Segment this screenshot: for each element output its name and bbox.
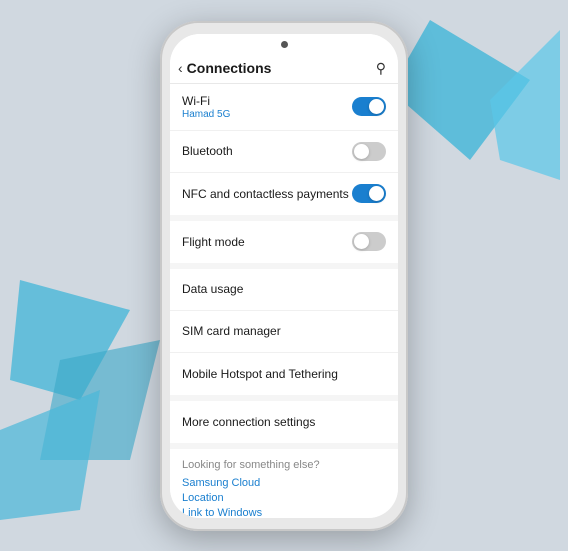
flight-mode-toggle[interactable] [352, 232, 386, 251]
nfc-label: NFC and contactless payments [182, 187, 349, 201]
wifi-item[interactable]: Wi-Fi Hamad 5G [170, 84, 398, 131]
wifi-toggle[interactable] [352, 97, 386, 116]
link-to-windows-link[interactable]: Link to Windows [182, 507, 386, 518]
phone-notch [170, 34, 398, 56]
data-usage-label: Data usage [182, 282, 243, 296]
sim-manager-label: SIM card manager [182, 324, 281, 338]
bluetooth-toggle[interactable] [352, 142, 386, 161]
bluetooth-item[interactable]: Bluetooth [170, 131, 398, 173]
more-settings-label: More connection settings [182, 415, 315, 429]
phone-shell: ‹ Connections ⚲ Wi-Fi Hamad 5G [160, 21, 408, 531]
page-title: Connections [187, 60, 272, 76]
location-link[interactable]: Location [182, 492, 386, 504]
wifi-sublabel: Hamad 5G [182, 109, 230, 120]
settings-list: Wi-Fi Hamad 5G Bluetooth [170, 84, 398, 518]
nfc-item[interactable]: NFC and contactless payments [170, 173, 398, 215]
data-usage-item[interactable]: Data usage [170, 269, 398, 311]
looking-title: Looking for something else? [182, 459, 386, 471]
phone-screen: ‹ Connections ⚲ Wi-Fi Hamad 5G [170, 34, 398, 518]
samsung-cloud-link[interactable]: Samsung Cloud [182, 477, 386, 489]
page-header: ‹ Connections ⚲ [170, 56, 398, 83]
sim-manager-item[interactable]: SIM card manager [170, 311, 398, 353]
bluetooth-label: Bluetooth [182, 144, 233, 158]
settings-group-4: More connection settings [170, 401, 398, 443]
more-settings-item[interactable]: More connection settings [170, 401, 398, 443]
looking-section: Looking for something else? Samsung Clou… [170, 449, 398, 518]
nfc-toggle[interactable] [352, 184, 386, 203]
back-icon[interactable]: ‹ [178, 60, 183, 76]
camera-dot [281, 41, 288, 48]
wifi-label: Wi-Fi [182, 94, 230, 108]
settings-group-1: Wi-Fi Hamad 5G Bluetooth [170, 84, 398, 215]
flight-mode-label: Flight mode [182, 235, 245, 249]
hotspot-item[interactable]: Mobile Hotspot and Tethering [170, 353, 398, 395]
settings-group-3: Data usage SIM card manager Mobile Hotsp… [170, 269, 398, 395]
flight-mode-item[interactable]: Flight mode [170, 221, 398, 263]
settings-group-2: Flight mode [170, 221, 398, 263]
hotspot-label: Mobile Hotspot and Tethering [182, 367, 338, 381]
search-icon[interactable]: ⚲ [376, 60, 386, 77]
